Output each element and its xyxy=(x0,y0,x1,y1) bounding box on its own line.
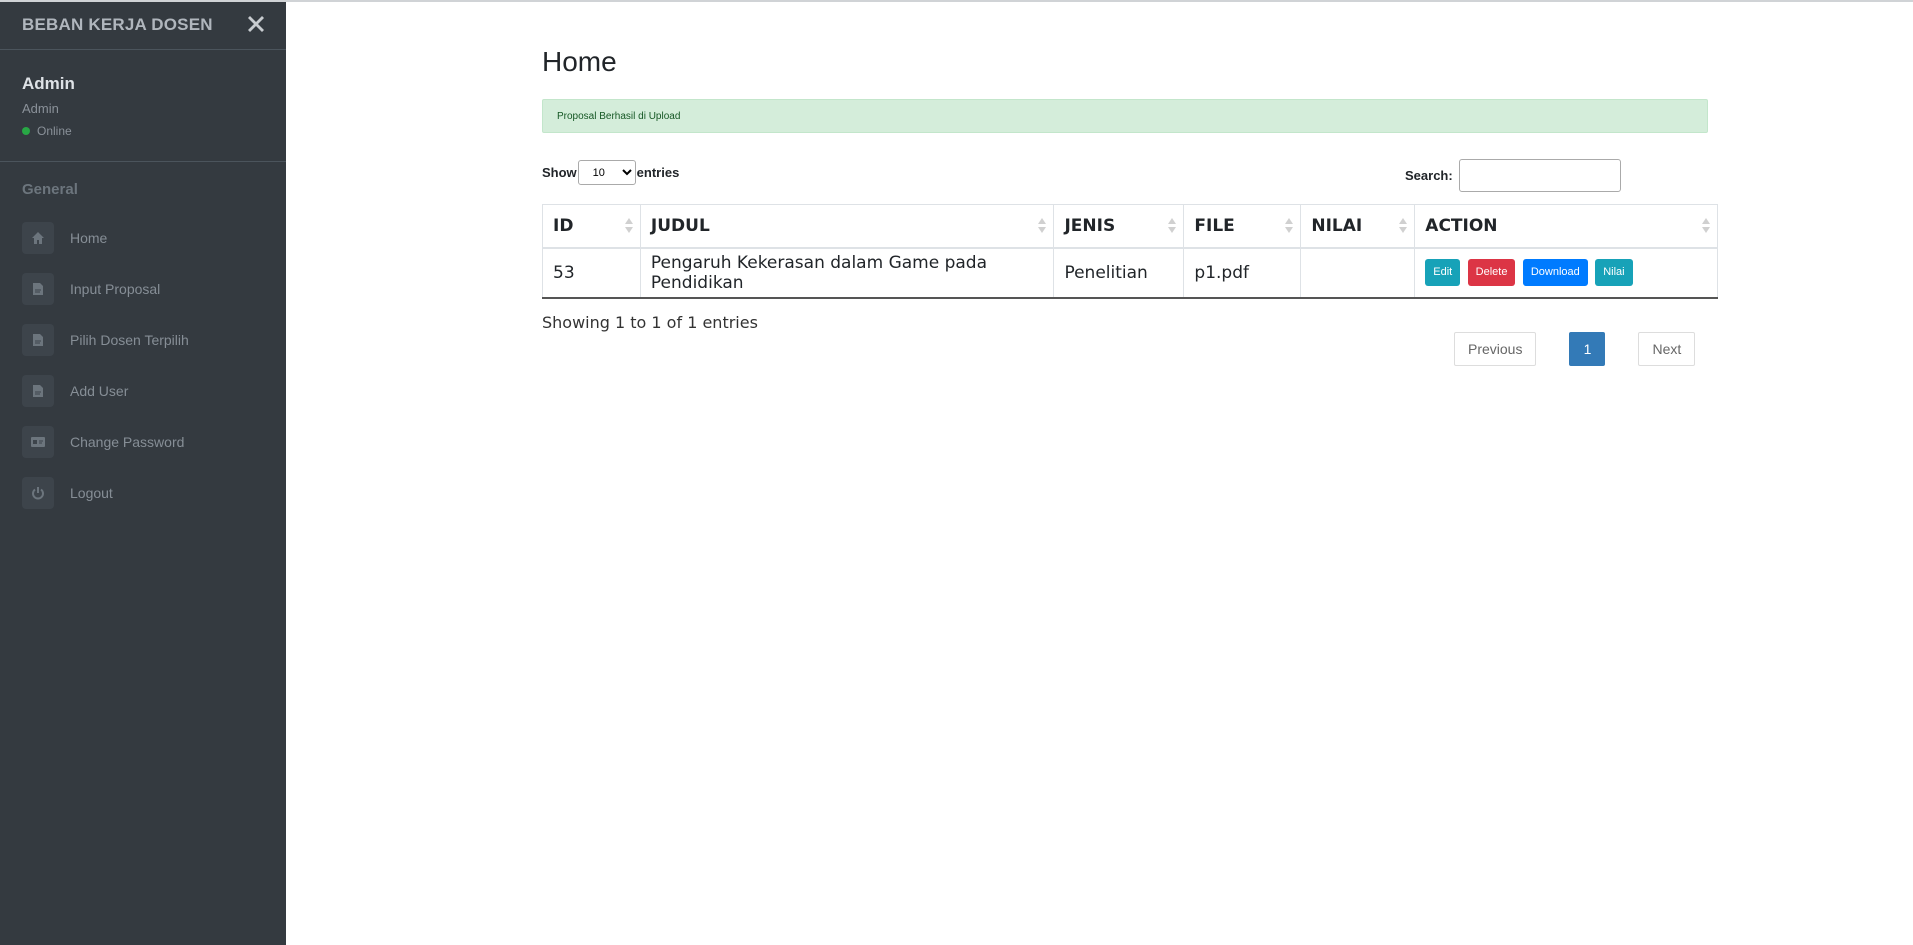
power-icon xyxy=(22,476,54,509)
table-row: 53 Pengaruh Kekerasan dalam Game pada Pe… xyxy=(542,247,1718,299)
cell-jenis: Penelitian xyxy=(1053,247,1185,299)
column-header-label: ACTION xyxy=(1425,215,1498,236)
search-label: Search: xyxy=(1405,168,1453,183)
delete-button[interactable]: Delete xyxy=(1467,259,1516,286)
cell-actions: Edit Delete Download Nilai xyxy=(1414,247,1718,299)
proposal-table: ID JUDUL JENIS FILE NILAI ACTION 53 Peng… xyxy=(542,204,1718,299)
column-header-file[interactable]: FILE xyxy=(1183,204,1302,249)
user-panel: Admin Admin Online xyxy=(0,50,286,162)
sidebar-item-logout[interactable]: Logout xyxy=(0,467,286,518)
sidebar-item-label: Input Proposal xyxy=(70,280,161,297)
cell-nilai xyxy=(1300,247,1416,299)
page-title: Home xyxy=(542,46,617,77)
user-name[interactable]: Admin xyxy=(22,74,264,94)
column-header-action[interactable]: ACTION xyxy=(1414,204,1718,249)
sidebar-item-label: Change Password xyxy=(70,433,185,450)
user-status-label: Online xyxy=(37,124,72,138)
sidebar-item-label: Pilih Dosen Terpilih xyxy=(70,331,189,348)
home-icon xyxy=(22,221,54,254)
column-header-nilai[interactable]: NILAI xyxy=(1300,204,1416,249)
sidebar-item-input-proposal[interactable]: Input Proposal xyxy=(0,263,286,314)
column-header-jenis[interactable]: JENIS xyxy=(1053,204,1185,249)
cell-file: p1.pdf xyxy=(1183,247,1302,299)
column-header-label: JENIS xyxy=(1064,215,1116,236)
nilai-button[interactable]: Nilai xyxy=(1595,259,1633,286)
column-header-label: ID xyxy=(553,215,574,236)
column-header-label: NILAI xyxy=(1311,215,1363,236)
file-icon xyxy=(22,323,54,356)
cell-id: 53 xyxy=(542,247,641,299)
sidebar-item-label: Logout xyxy=(70,484,113,501)
file-icon xyxy=(22,374,54,407)
entries-label: entries xyxy=(636,165,680,180)
user-status: Online xyxy=(22,124,264,138)
next-button[interactable]: Next xyxy=(1638,332,1696,366)
previous-button[interactable]: Previous xyxy=(1454,332,1537,366)
sidebar: BEBAN KERJA DOSEN Admin Admin Online Gen… xyxy=(0,0,286,945)
edit-button[interactable]: Edit xyxy=(1425,259,1461,286)
id-card-icon xyxy=(22,425,54,458)
sort-icon xyxy=(1037,218,1047,234)
sort-icon xyxy=(624,218,634,234)
brand-title: BEBAN KERJA DOSEN xyxy=(22,14,213,34)
column-header-label: FILE xyxy=(1194,215,1235,236)
show-label: Show xyxy=(542,165,577,180)
sidebar-item-change-password[interactable]: Change Password xyxy=(0,416,286,467)
pagination: Previous 1 Next xyxy=(1454,332,1696,366)
entries-per-page-select[interactable]: 10 xyxy=(577,160,636,185)
sort-icon xyxy=(1398,218,1408,234)
table-info: Showing 1 to 1 of 1 entries xyxy=(542,313,758,332)
page-1-button[interactable]: 1 xyxy=(1569,332,1606,366)
sidebar-item-pilih-dosen-terpilih[interactable]: Pilih Dosen Terpilih xyxy=(0,314,286,365)
success-alert: Proposal Berhasil di Upload xyxy=(542,99,1708,133)
sidebar-item-label: Home xyxy=(70,229,108,246)
table-header-row: ID JUDUL JENIS FILE NILAI ACTION xyxy=(542,204,1718,249)
file-icon xyxy=(22,272,54,305)
sidebar-item-add-user[interactable]: Add User xyxy=(0,365,286,416)
sort-icon xyxy=(1167,218,1177,234)
sidebar-item-label: Add User xyxy=(70,382,129,399)
nav-section-header: General xyxy=(22,181,78,198)
sidebar-item-home[interactable]: Home xyxy=(0,212,286,263)
entries-length-control: Show 10 entries xyxy=(542,160,679,185)
column-header-label: JUDUL xyxy=(650,215,710,236)
top-border xyxy=(0,0,1913,2)
column-header-id[interactable]: ID xyxy=(542,204,641,249)
download-button[interactable]: Download xyxy=(1522,259,1588,286)
search-filter: Search: xyxy=(1405,159,1621,192)
sort-icon xyxy=(1284,218,1294,234)
sort-icon xyxy=(1701,218,1711,234)
cell-judul: Pengaruh Kekerasan dalam Game pada Pendi… xyxy=(639,247,1055,299)
user-role: Admin xyxy=(22,101,59,116)
search-input[interactable] xyxy=(1458,159,1621,192)
column-header-judul[interactable]: JUDUL xyxy=(639,204,1055,249)
online-status-icon xyxy=(22,127,30,135)
close-icon[interactable] xyxy=(244,12,268,36)
